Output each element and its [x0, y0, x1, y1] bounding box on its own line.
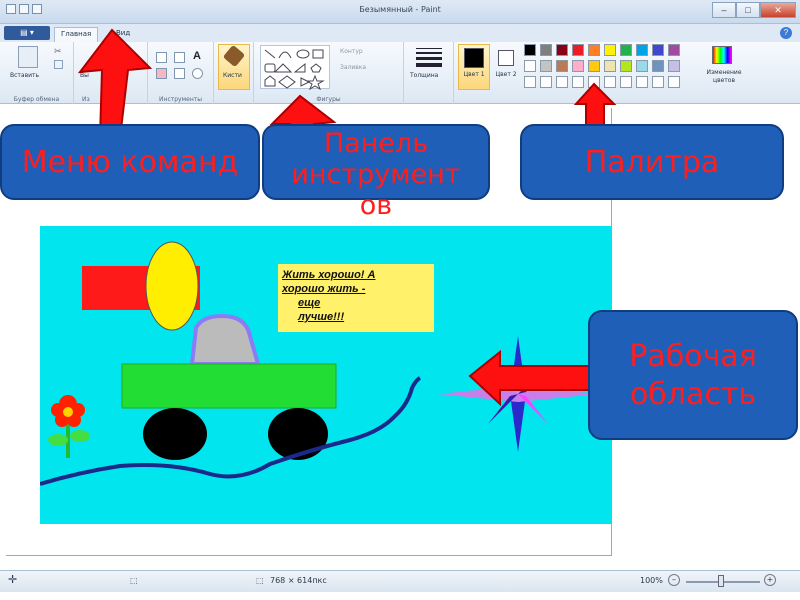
callout-workspace-line: Рабочая [629, 339, 757, 374]
callout-toolbar-line: Панель [323, 128, 429, 159]
callout-workspace-line: область [629, 377, 757, 412]
callout-menu-text: Меню команд [21, 145, 239, 180]
callout-toolbar-line: инструмент [291, 159, 461, 190]
callout-palette: Палитра [520, 124, 784, 200]
callout-menu: Меню команд [0, 124, 260, 200]
callout-toolbar: Панель инструмент ов [262, 124, 490, 221]
callout-palette-text: Палитра [584, 145, 720, 180]
annotation-arrows [77, 28, 617, 407]
menu-arrow [77, 28, 153, 139]
callout-toolbar-line: ов [359, 190, 393, 221]
callout-workspace: Рабочая область [588, 310, 798, 440]
